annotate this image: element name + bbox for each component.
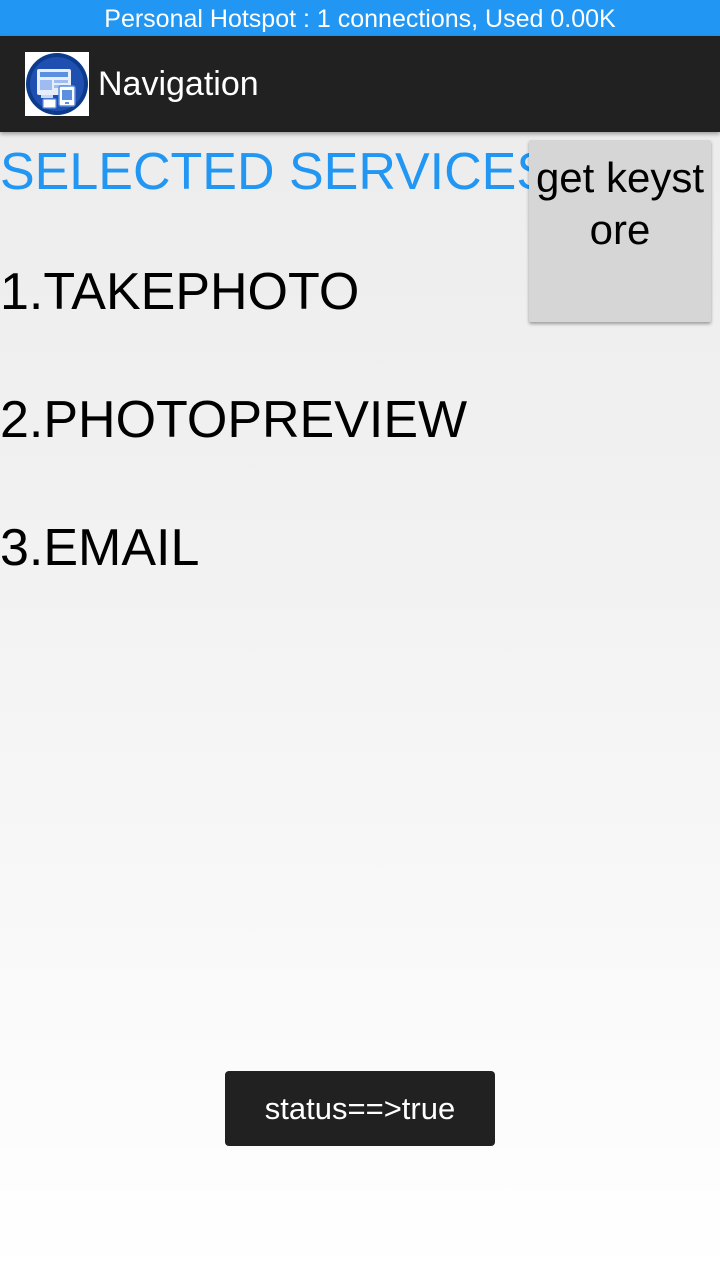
service-item-takephoto: 1.TAKEPHOTO [0, 263, 360, 321]
service-item-photopreview: 2.PHOTOPREVIEW [0, 391, 468, 449]
app-launcher-icon [25, 52, 89, 116]
status-bar: Personal Hotspot : 1 connections, Used 0… [0, 0, 720, 36]
service-item-email: 3.EMAIL [0, 519, 200, 577]
app-title: Navigation [98, 65, 259, 103]
status-toast: status==>true [225, 1071, 495, 1146]
selected-services-heading: SELECTED SERVICES [0, 143, 552, 201]
app-bar: Navigation [0, 36, 720, 132]
status-bar-text: Personal Hotspot : 1 connections, Used 0… [104, 5, 616, 33]
get-keystore-button[interactable]: get keystore [529, 140, 711, 322]
